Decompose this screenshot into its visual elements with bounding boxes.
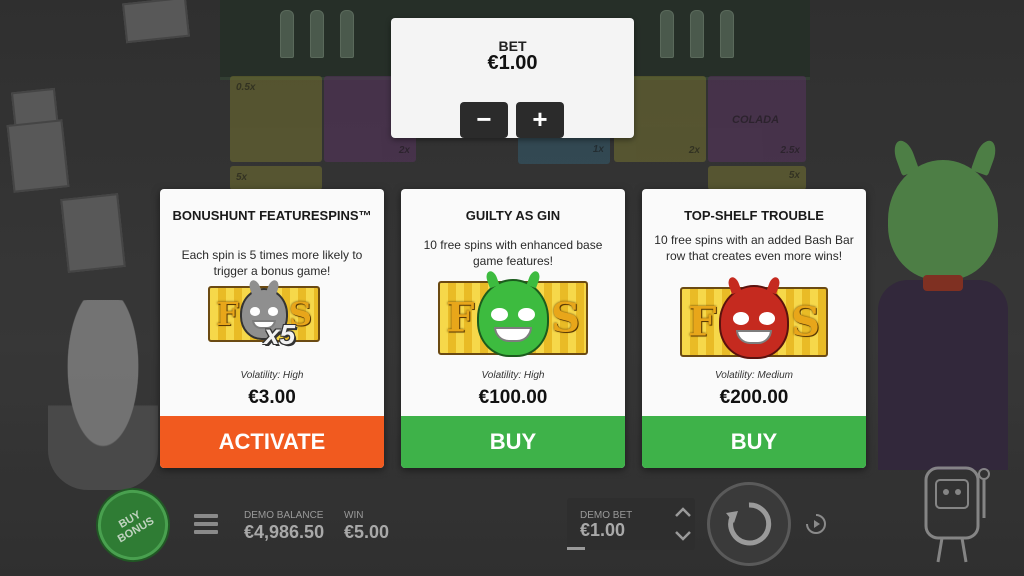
horn-icon bbox=[726, 275, 742, 295]
tile-letter: S bbox=[791, 298, 820, 346]
tile-letter: F bbox=[216, 295, 239, 333]
eye-icon bbox=[759, 312, 776, 325]
bartender-devil-character bbox=[868, 137, 1018, 470]
red-devil-face-icon bbox=[719, 275, 789, 359]
colada-sign: COLADA bbox=[732, 114, 780, 126]
character-body bbox=[878, 280, 1008, 470]
reel-multiplier: 2.5x bbox=[780, 145, 800, 156]
eye-icon bbox=[732, 312, 749, 325]
card-price: €100.00 bbox=[478, 387, 548, 408]
horn-icon bbox=[265, 278, 281, 298]
card-volatility: Volatility: High bbox=[240, 370, 304, 381]
bet-panel: BET €1.00 − + bbox=[391, 18, 634, 138]
tile-letter: F bbox=[446, 294, 475, 342]
bonushunt-featurespins-card: BONUSHUNT FEATURESPINS™ Each spin is 5 t… bbox=[160, 189, 384, 468]
wall-poster bbox=[6, 119, 70, 193]
x5-multiplier-badge: x5 bbox=[264, 319, 296, 350]
reel-multiplier: 2x bbox=[398, 145, 410, 156]
demo-balance-value: €4,986.50 bbox=[244, 522, 325, 542]
bottle-icon bbox=[310, 10, 324, 58]
card-volatility: Volatility: Medium bbox=[715, 370, 793, 381]
card-title: GUILTY AS GIN bbox=[465, 208, 561, 223]
bottle-icon bbox=[690, 10, 704, 58]
top-shelf-trouble-card: TOP-SHELF TROUBLE 10 free spins with an … bbox=[642, 189, 866, 468]
increase-bet-button[interactable]: + bbox=[516, 102, 564, 138]
card-price: €3.00 bbox=[248, 387, 296, 408]
reel-cell: 5x bbox=[708, 166, 806, 190]
card-title: BONUSHUNT FEATURESPINS™ bbox=[172, 208, 372, 223]
buy-bonus-label: BUY BONUS bbox=[115, 508, 157, 546]
mouth-icon bbox=[493, 326, 533, 342]
demo-balance-label: DEMO BALANCE bbox=[244, 510, 324, 521]
reel-multiplier: 2x bbox=[688, 145, 700, 156]
horn-icon bbox=[247, 278, 263, 298]
guilty-as-gin-card: GUILTY AS GIN 10 free spins with enhance… bbox=[401, 189, 625, 468]
bet-amount: €1.00 bbox=[487, 52, 538, 74]
bottle-icon bbox=[720, 10, 734, 58]
bow-tie-icon bbox=[923, 275, 963, 291]
tile-letter: F bbox=[688, 298, 717, 346]
decrease-bet-button[interactable]: − bbox=[460, 102, 508, 138]
card-description: 10 free spins with enhanced base game fe… bbox=[423, 238, 603, 268]
win-value: €5.00 bbox=[344, 522, 390, 542]
buy-guilty-as-gin-button[interactable]: BUY bbox=[401, 416, 625, 468]
fs-symbol-green-devil-icon: F S bbox=[438, 269, 588, 357]
character-head bbox=[888, 160, 998, 280]
reel-cell: 1x bbox=[518, 134, 610, 164]
chevron-down-icon[interactable] bbox=[674, 530, 692, 542]
demo-bet-underline bbox=[567, 547, 585, 550]
card-title: TOP-SHELF TROUBLE bbox=[684, 208, 824, 223]
eye-icon bbox=[249, 307, 261, 316]
reel-multiplier: 1x bbox=[592, 144, 604, 155]
card-price: €200.00 bbox=[719, 387, 789, 408]
lime-glass-character bbox=[48, 300, 158, 490]
demo-bet-value: €1.00 bbox=[580, 520, 626, 540]
horn-icon bbox=[526, 269, 542, 289]
eye-icon bbox=[267, 307, 279, 316]
card-volatility: Volatility: High bbox=[481, 370, 545, 381]
green-devil-face-icon bbox=[477, 269, 549, 357]
bottle-icon bbox=[280, 10, 294, 58]
spin-button[interactable] bbox=[707, 482, 791, 566]
eye-icon bbox=[518, 307, 535, 321]
autoplay-icon[interactable] bbox=[804, 512, 828, 536]
tile-letter: S bbox=[551, 294, 580, 342]
buy-top-shelf-trouble-button[interactable]: BUY bbox=[642, 416, 866, 468]
spin-arrows-icon bbox=[726, 502, 772, 546]
eye-icon bbox=[491, 307, 508, 321]
fs-symbol-red-devil-icon: F S bbox=[680, 275, 828, 359]
reel-cell: 5x bbox=[230, 166, 322, 190]
wall-poster bbox=[60, 193, 126, 273]
activate-button[interactable]: ACTIVATE bbox=[160, 416, 384, 468]
wall-poster bbox=[122, 0, 190, 44]
bottle-icon bbox=[660, 10, 674, 58]
mouth-icon bbox=[735, 330, 773, 345]
horn-icon bbox=[766, 275, 782, 295]
reel-multiplier: 0.5x bbox=[236, 82, 256, 93]
win-label: WIN bbox=[344, 510, 364, 521]
horn-icon bbox=[484, 269, 500, 289]
card-description: 10 free spins with an added Bash Bar row… bbox=[654, 233, 854, 263]
hamburger-menu-icon[interactable] bbox=[194, 514, 218, 534]
chevron-up-icon[interactable] bbox=[674, 506, 692, 518]
card-description: Each spin is 5 times more likely to trig… bbox=[181, 248, 363, 278]
bottle-icon bbox=[340, 10, 354, 58]
reel-cell: 0.5x bbox=[230, 76, 322, 162]
mascot-robot-icon bbox=[918, 458, 998, 568]
reel-multiplier: 5x bbox=[788, 170, 800, 181]
reel-cell: 2.5x COLADA bbox=[708, 76, 806, 162]
reel-multiplier: 5x bbox=[236, 172, 248, 183]
